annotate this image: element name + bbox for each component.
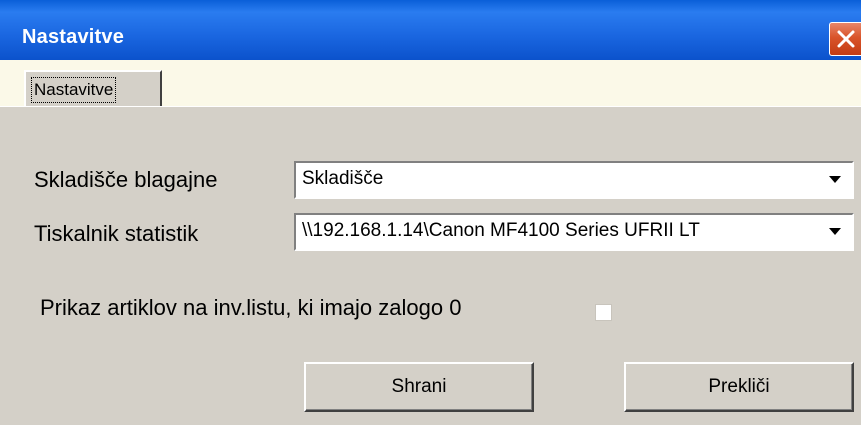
tab-strip: Nastavitve (0, 60, 861, 107)
tab-nastavitve[interactable]: Nastavitve (24, 70, 162, 106)
chevron-down-icon (829, 228, 841, 235)
warehouse-select[interactable]: Skladišče (294, 161, 854, 199)
window-title: Nastavitve (22, 26, 125, 48)
cancel-button[interactable]: Prekliči (624, 362, 854, 412)
printer-dropdown-button[interactable] (820, 217, 850, 247)
close-x-icon (837, 30, 855, 48)
chevron-down-icon (829, 176, 841, 183)
zero-stock-checkbox[interactable] (595, 304, 612, 321)
save-button[interactable]: Shrani (304, 362, 534, 412)
printer-select-value: \\192.168.1.14\Canon MF4100 Series UFRII… (302, 220, 700, 241)
warehouse-label: Skladišče blagajne (34, 167, 218, 192)
settings-panel: Skladišče blagajne Skladišče Tiskalnik s… (0, 106, 861, 425)
title-bar[interactable]: Nastavitve (0, 0, 861, 60)
close-button[interactable] (829, 22, 861, 56)
warehouse-dropdown-button[interactable] (820, 165, 850, 195)
warehouse-select-value: Skladišče (302, 168, 384, 189)
tab-label: Nastavitve (31, 77, 117, 103)
printer-label: Tiskalnik statistik (34, 221, 199, 246)
printer-select[interactable]: \\192.168.1.14\Canon MF4100 Series UFRII… (294, 213, 854, 251)
settings-dialog: Nastavitve Nastavitve Skladišče blagajne… (0, 0, 861, 425)
zero-stock-label: Prikaz artiklov na inv.listu, ki imajo z… (40, 295, 462, 320)
